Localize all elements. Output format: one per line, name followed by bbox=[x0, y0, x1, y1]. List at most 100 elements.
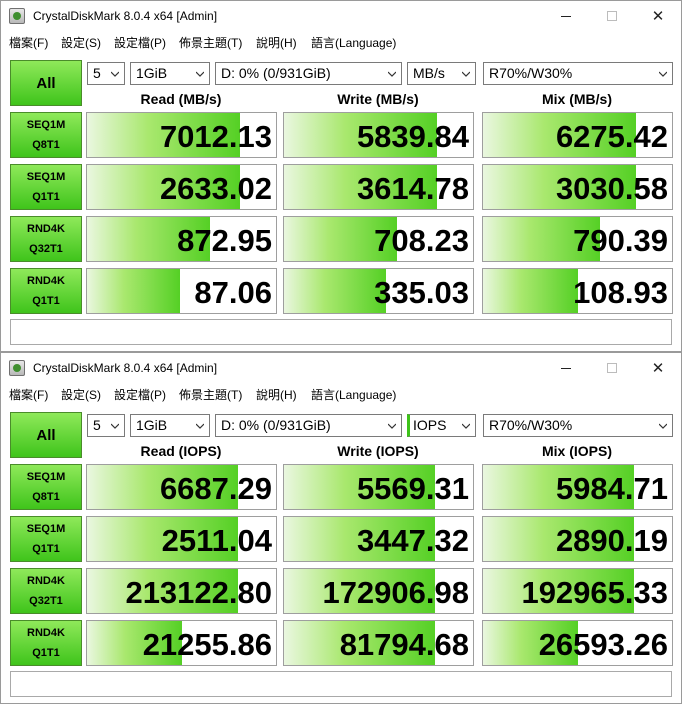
maximize-button[interactable] bbox=[589, 353, 635, 383]
test-count-select[interactable]: 5 bbox=[87, 62, 125, 85]
menu-file[interactable]: 檔案(F) bbox=[9, 386, 48, 403]
result-cell-read: 87.06 bbox=[86, 268, 277, 314]
unit-value: MB/s bbox=[413, 65, 445, 81]
test-button-seq1m-q1t1[interactable]: SEQ1M Q1T1 bbox=[10, 516, 82, 562]
test-params: Q32T1 bbox=[29, 595, 63, 607]
test-name: SEQ1M bbox=[26, 523, 66, 535]
menu-profile[interactable]: 設定檔(P) bbox=[114, 386, 166, 403]
chevron-down-icon bbox=[388, 422, 396, 430]
menu-theme[interactable]: 佈景主題(T) bbox=[179, 386, 242, 403]
test-params: Q1T1 bbox=[32, 295, 60, 307]
result-value: 872.95 bbox=[177, 223, 272, 258]
result-value: 2633.02 bbox=[159, 171, 272, 206]
test-name: RND4K bbox=[27, 275, 65, 287]
result-value: 172906.98 bbox=[322, 575, 469, 610]
mix-column-header: Mix (IOPS) bbox=[541, 443, 612, 459]
menu-language[interactable]: 語言(Language) bbox=[311, 386, 396, 403]
unit-select[interactable]: MB/s bbox=[407, 62, 476, 85]
menu-theme[interactable]: 佈景主題(T) bbox=[179, 34, 242, 51]
mix-ratio-value: R70%/W30% bbox=[489, 417, 573, 433]
test-params: Q1T1 bbox=[32, 543, 60, 555]
test-button-rnd4k-q32t1[interactable]: RND4K Q32T1 bbox=[10, 216, 82, 262]
write-column-header: Write (IOPS) bbox=[337, 443, 419, 459]
chevron-down-icon bbox=[111, 422, 119, 430]
test-button-seq1m-q1t1[interactable]: SEQ1M Q1T1 bbox=[10, 164, 82, 210]
minimize-icon bbox=[561, 15, 571, 17]
result-value: 6275.42 bbox=[555, 119, 668, 154]
menu-bar: 檔案(F) 設定(S) 設定檔(P) 佈景主題(T) 說明(H) 語言(Lang… bbox=[1, 383, 681, 403]
menu-settings[interactable]: 設定(S) bbox=[61, 386, 101, 403]
comment-input[interactable] bbox=[10, 319, 672, 345]
test-name: SEQ1M bbox=[26, 171, 66, 183]
title-bar[interactable]: CrystalDiskMark 8.0.4 x64 [Admin] ✕ bbox=[1, 1, 681, 31]
run-all-button[interactable]: All bbox=[10, 412, 82, 458]
benchmark-panel: All 5 1GiB D: 0% (0/931GiB) IOPS R70%/W3… bbox=[1, 404, 681, 703]
result-value: 87.06 bbox=[194, 275, 272, 310]
test-size-select[interactable]: 1GiB bbox=[130, 62, 210, 85]
chevron-down-icon bbox=[462, 70, 470, 78]
test-params: Q8T1 bbox=[32, 139, 60, 151]
result-cell-write: 3614.78 bbox=[283, 164, 474, 210]
test-button-rnd4k-q32t1[interactable]: RND4K Q32T1 bbox=[10, 568, 82, 614]
result-value: 708.23 bbox=[374, 223, 469, 258]
unit-select[interactable]: IOPS bbox=[407, 414, 476, 437]
drive-select[interactable]: D: 0% (0/931GiB) bbox=[215, 414, 402, 437]
test-size-select[interactable]: 1GiB bbox=[130, 414, 210, 437]
result-cell-mix: 26593.26 bbox=[482, 620, 673, 666]
result-value: 7012.13 bbox=[159, 119, 272, 154]
close-icon: ✕ bbox=[651, 359, 665, 377]
maximize-button[interactable] bbox=[589, 1, 635, 31]
test-button-seq1m-q8t1[interactable]: SEQ1M Q8T1 bbox=[10, 112, 82, 158]
result-cell-write: 3447.32 bbox=[283, 516, 474, 562]
crystaldiskmark-window-mbps: CrystalDiskMark 8.0.4 x64 [Admin] ✕ 檔案(F… bbox=[0, 0, 682, 352]
menu-settings[interactable]: 設定(S) bbox=[61, 34, 101, 51]
result-cell-read: 2511.04 bbox=[86, 516, 277, 562]
drive-value: D: 0% (0/931GiB) bbox=[221, 65, 331, 81]
drive-select[interactable]: D: 0% (0/931GiB) bbox=[215, 62, 402, 85]
result-cell-read: 7012.13 bbox=[86, 112, 277, 158]
title-bar[interactable]: CrystalDiskMark 8.0.4 x64 [Admin] ✕ bbox=[1, 353, 681, 383]
close-button[interactable]: ✕ bbox=[635, 353, 681, 383]
result-value: 81794.68 bbox=[339, 627, 469, 662]
test-button-rnd4k-q1t1[interactable]: RND4K Q1T1 bbox=[10, 268, 82, 314]
result-value: 790.39 bbox=[573, 223, 668, 258]
benchmark-panel: All 5 1GiB D: 0% (0/931GiB) MB/s R70%/W3… bbox=[1, 52, 681, 351]
chevron-down-icon bbox=[196, 422, 204, 430]
menu-file[interactable]: 檔案(F) bbox=[9, 34, 48, 51]
menu-bar: 檔案(F) 設定(S) 設定檔(P) 佈景主題(T) 說明(H) 語言(Lang… bbox=[1, 31, 681, 51]
result-cell-write: 5839.84 bbox=[283, 112, 474, 158]
menu-profile[interactable]: 設定檔(P) bbox=[114, 34, 166, 51]
app-disk-icon bbox=[9, 8, 25, 24]
run-all-button[interactable]: All bbox=[10, 60, 82, 106]
result-bar bbox=[483, 269, 578, 313]
test-name: RND4K bbox=[27, 575, 65, 587]
app-disk-icon bbox=[9, 360, 25, 376]
menu-help[interactable]: 說明(H) bbox=[256, 386, 297, 403]
result-cell-read: 213122.80 bbox=[86, 568, 277, 614]
test-button-seq1m-q8t1[interactable]: SEQ1M Q8T1 bbox=[10, 464, 82, 510]
result-cell-write: 172906.98 bbox=[283, 568, 474, 614]
test-count-value: 5 bbox=[93, 65, 101, 81]
chevron-down-icon bbox=[659, 422, 667, 430]
result-value: 3447.32 bbox=[356, 523, 469, 558]
chevron-down-icon bbox=[659, 70, 667, 78]
close-button[interactable]: ✕ bbox=[635, 1, 681, 31]
write-column-header: Write (MB/s) bbox=[337, 91, 419, 107]
test-button-rnd4k-q1t1[interactable]: RND4K Q1T1 bbox=[10, 620, 82, 666]
result-value: 5569.31 bbox=[356, 471, 469, 506]
minimize-button[interactable] bbox=[543, 1, 589, 31]
result-value: 213122.80 bbox=[125, 575, 272, 610]
result-bar bbox=[87, 269, 180, 313]
test-params: Q32T1 bbox=[29, 243, 63, 255]
chevron-down-icon bbox=[462, 422, 470, 430]
test-count-select[interactable]: 5 bbox=[87, 414, 125, 437]
menu-help[interactable]: 說明(H) bbox=[256, 34, 297, 51]
menu-language[interactable]: 語言(Language) bbox=[311, 34, 396, 51]
mix-ratio-select[interactable]: R70%/W30% bbox=[483, 414, 673, 437]
mix-ratio-select[interactable]: R70%/W30% bbox=[483, 62, 673, 85]
result-value: 192965.33 bbox=[521, 575, 668, 610]
read-column-header: Read (IOPS) bbox=[140, 443, 222, 459]
comment-input[interactable] bbox=[10, 671, 672, 697]
minimize-button[interactable] bbox=[543, 353, 589, 383]
crystaldiskmark-window-iops: CrystalDiskMark 8.0.4 x64 [Admin] ✕ 檔案(F… bbox=[0, 352, 682, 704]
